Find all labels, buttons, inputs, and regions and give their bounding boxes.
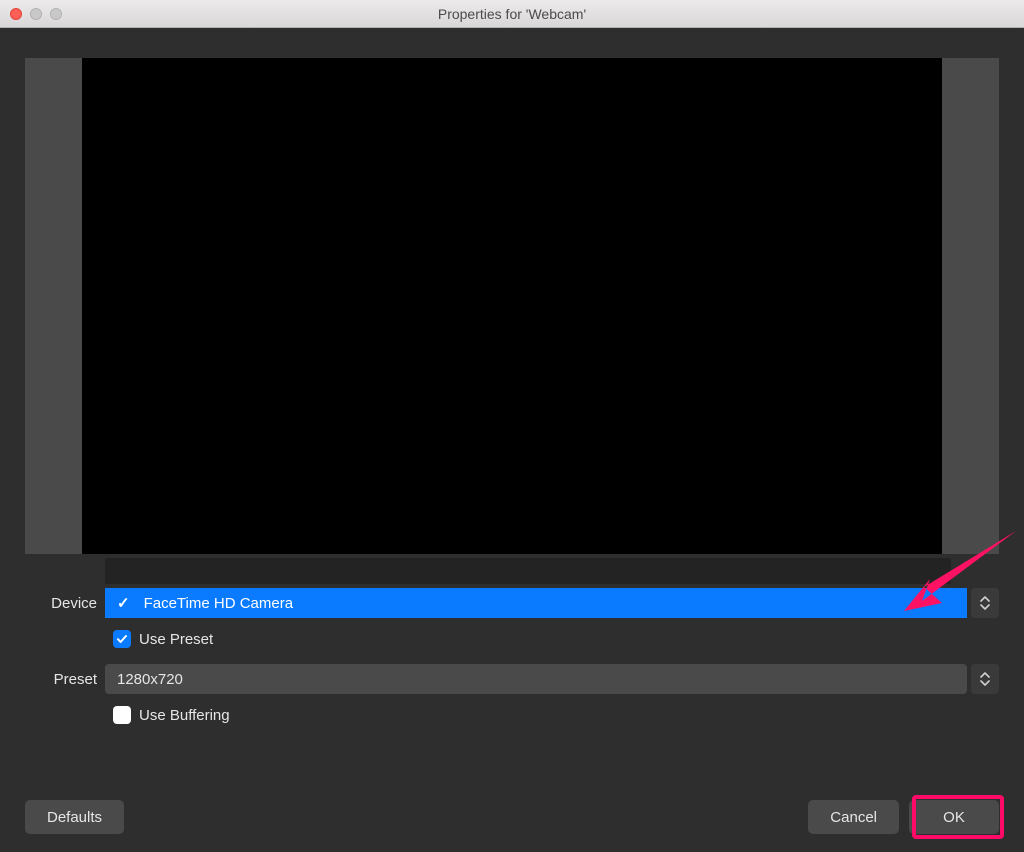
preset-select-value: 1280x720 [117, 671, 183, 688]
device-select-stepper[interactable] [971, 588, 999, 618]
preset-select-stepper[interactable] [971, 664, 999, 694]
preset-row: Preset 1280x720 [25, 664, 999, 694]
use-buffering-label: Use Buffering [139, 707, 230, 724]
cancel-button[interactable]: Cancel [808, 800, 899, 834]
dialog-content: Device ✓ FaceTime HD Camera Use Preset P… [0, 28, 1024, 852]
ok-button[interactable]: OK [909, 800, 999, 834]
preset-select[interactable]: 1280x720 [105, 664, 967, 694]
device-select[interactable]: ✓ FaceTime HD Camera [105, 588, 967, 618]
dialog-footer: Defaults Cancel OK [25, 800, 999, 834]
chevron-up-icon [980, 596, 990, 602]
preset-label: Preset [25, 671, 105, 688]
preview-shadow [105, 558, 951, 584]
check-icon: ✓ [117, 594, 130, 612]
window-traffic-lights [0, 8, 62, 20]
device-select-value: FaceTime HD Camera [144, 595, 293, 612]
window-titlebar: Properties for 'Webcam' [0, 0, 1024, 28]
chevron-down-icon [980, 604, 990, 610]
use-preset-label: Use Preset [139, 631, 213, 648]
window-zoom-button[interactable] [50, 8, 62, 20]
window-close-button[interactable] [10, 8, 22, 20]
use-preset-row: Use Preset [113, 630, 999, 648]
window-title: Properties for 'Webcam' [0, 6, 1024, 22]
use-buffering-checkbox[interactable] [113, 706, 131, 724]
video-preview-container [25, 58, 999, 554]
device-label: Device [25, 595, 105, 612]
defaults-button[interactable]: Defaults [25, 800, 124, 834]
chevron-down-icon [980, 680, 990, 686]
video-preview [82, 58, 942, 554]
window-minimize-button[interactable] [30, 8, 42, 20]
chevron-up-icon [980, 672, 990, 678]
device-row: Device ✓ FaceTime HD Camera [25, 588, 999, 618]
use-buffering-row: Use Buffering [113, 706, 999, 724]
properties-form: Device ✓ FaceTime HD Camera Use Preset P… [25, 588, 999, 724]
checkmark-icon [116, 633, 128, 645]
use-preset-checkbox[interactable] [113, 630, 131, 648]
